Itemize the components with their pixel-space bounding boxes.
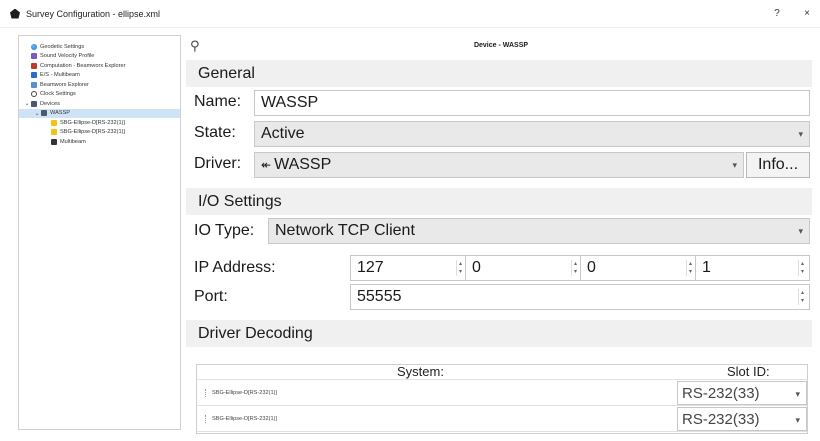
tree-item-label: SBG-Ellipse-D[RS-232(1)] (60, 119, 125, 126)
name-label: Name: (194, 93, 242, 110)
es-icon (31, 72, 37, 79)
tree-item-label: Beamworx Explorer (40, 81, 89, 88)
ip-octet-1-spinbox[interactable]: 127 ▴ ▾ (350, 255, 468, 281)
close-button[interactable]: × (800, 8, 814, 19)
slot-column-header: Slot ID: (727, 365, 770, 379)
tree-item-label: SBG-Ellipse-D[RS-232(1)] (60, 129, 125, 136)
system-cell: SBG-Ellipse-D[RS-232(1)] (205, 415, 277, 423)
window-title: Survey Configuration - ellipse.xml (26, 8, 161, 19)
tree-item-label: Computation - Beamworx Explorer (40, 62, 126, 69)
help-button[interactable]: ? (770, 8, 784, 19)
tree-item[interactable]: E/S - Multibeam (19, 71, 180, 81)
chevron-down-icon: ▾ (795, 415, 800, 425)
title-bar: Survey Configuration - ellipse.xml ? × (0, 0, 820, 28)
tree-item[interactable]: Clock Settings (19, 90, 180, 100)
ip-address-label: IP Address: (194, 259, 276, 276)
system-cell: SBG-Ellipse-D[RS-232(1)] (205, 389, 277, 397)
settings-tree[interactable]: Geodetic Settings Sound Velocity Profile C… (18, 35, 181, 430)
tree-item-label: Devices (40, 100, 60, 107)
decoding-section-header: Driver Decoding (186, 320, 812, 347)
tree-item-label: Clock Settings (40, 91, 76, 98)
driver-arrow-icon: ↞ (261, 158, 272, 172)
iotype-value: Network TCP Client (275, 222, 415, 239)
tree-item[interactable]: SBG-Ellipse-D[RS-232(1)] (19, 118, 180, 128)
tree-item[interactable]: ⌄ Devices (19, 99, 180, 109)
computation-icon (31, 62, 37, 69)
spin-arrows-icon[interactable]: ▴ ▾ (456, 260, 464, 276)
name-field[interactable]: WASSP (254, 90, 810, 116)
state-select[interactable]: Active ▾ (254, 121, 810, 147)
tree-item-label: Geodetic Settings (40, 43, 85, 50)
clock-icon (31, 91, 37, 98)
device-icon (41, 110, 47, 117)
ip-octet-1-value: 127 (357, 259, 384, 276)
state-label: State: (194, 124, 236, 141)
ip-octet-4-spinbox[interactable]: 1 ▴ ▾ (695, 255, 810, 281)
tree-item-label: E/S - Multibeam (40, 72, 80, 79)
panel-header: ⚲ Device - WASSP (186, 35, 816, 57)
table-row: SBG-Ellipse-D[RS-232(1)] RS-232(33) ▾ (197, 405, 807, 431)
tree-item-label: Sound Velocity Profile (40, 53, 95, 60)
driver-info-button[interactable]: Info... (746, 152, 810, 178)
device-panel: ⚲ Device - WASSP General Name: WASSP Sta… (186, 35, 816, 435)
driver-value: WASSP (274, 156, 332, 173)
io-section-header: I/O Settings (186, 188, 812, 215)
panel-title: Device - WASSP (473, 42, 529, 49)
system-name: SBG-Ellipse-D[RS-232(1)] (212, 416, 277, 422)
tree-item[interactable]: SBG-Ellipse-D[RS-232(1)] (19, 128, 180, 138)
port-spinbox[interactable]: 55555 ▴ ▾ (350, 284, 810, 310)
wave-icon (31, 53, 37, 60)
port-label: Port: (194, 288, 228, 305)
expand-icon[interactable]: ⌄ (23, 100, 31, 107)
chevron-down-icon: ▾ (795, 389, 800, 399)
port-value: 55555 (357, 288, 402, 305)
chevron-down-icon: ▾ (732, 160, 737, 170)
iotype-select[interactable]: Network TCP Client ▾ (268, 218, 810, 244)
beam-icon (31, 81, 37, 88)
table-row: SBG-Ellipse-D[RS-232(1)] RS-232(33) ▾ (197, 379, 807, 405)
driver-select[interactable]: ↞ WASSP ▾ (254, 152, 744, 178)
iotype-label: IO Type: (194, 222, 255, 239)
spin-arrows-icon[interactable]: ▴ ▾ (798, 260, 806, 276)
name-value: WASSP (261, 94, 319, 111)
tree-item-label: Multibeam (60, 138, 86, 145)
ip-octet-3-value: 0 (587, 259, 596, 276)
sensor-icon (51, 119, 57, 126)
spin-arrows-icon[interactable]: ▴ ▾ (686, 260, 694, 276)
device-icon (31, 100, 37, 107)
ip-octet-3-spinbox[interactable]: 0 ▴ ▾ (580, 255, 698, 281)
app-icon (10, 8, 20, 19)
state-value: Active (261, 125, 305, 142)
slot-id-select[interactable]: RS-232(33) ▾ (677, 407, 807, 431)
spin-arrows-icon[interactable]: ▴ ▾ (798, 289, 806, 305)
row-handle-icon[interactable] (205, 415, 208, 423)
ip-octet-2-spinbox[interactable]: 0 ▴ ▾ (465, 255, 583, 281)
tree-item[interactable]: ⌄ WASSP (19, 108, 180, 118)
driver-decoding-table: System: Slot ID: SBG-Ellipse-D[RS-232(1)… (196, 364, 808, 434)
ip-octet-2-value: 0 (472, 259, 481, 276)
tree-item[interactable]: Computation - Beamworx Explorer (19, 61, 180, 71)
sensor-icon (51, 129, 57, 136)
spin-arrows-icon[interactable]: ▴ ▾ (571, 260, 579, 276)
tree-item[interactable]: Sound Velocity Profile (19, 52, 180, 62)
slot-id-select[interactable]: RS-232(33) ▾ (677, 381, 807, 405)
row-handle-icon[interactable] (205, 389, 208, 397)
slot-id-value: RS-232(33) (682, 384, 760, 402)
system-column-header: System: (397, 365, 444, 379)
slot-id-value: RS-232(33) (682, 410, 760, 428)
driver-label: Driver: (194, 155, 242, 172)
tree-item[interactable]: Multibeam (19, 137, 180, 147)
tree-item[interactable]: Beamworx Explorer (19, 80, 180, 90)
expand-icon[interactable]: ⌄ (33, 110, 41, 117)
system-name: SBG-Ellipse-D[RS-232(1)] (212, 390, 277, 396)
globe-icon (31, 43, 37, 50)
ip-octet-4-value: 1 (702, 259, 711, 276)
general-section-header: General (186, 60, 812, 87)
chevron-down-icon: ▾ (798, 226, 803, 236)
tree-item-label: WASSP (50, 110, 70, 117)
chevron-down-icon: ▾ (798, 129, 803, 139)
table-row: MultibeamN/A (197, 431, 807, 433)
multibeam-icon (51, 138, 57, 145)
tree-item[interactable]: Geodetic Settings (19, 42, 180, 52)
